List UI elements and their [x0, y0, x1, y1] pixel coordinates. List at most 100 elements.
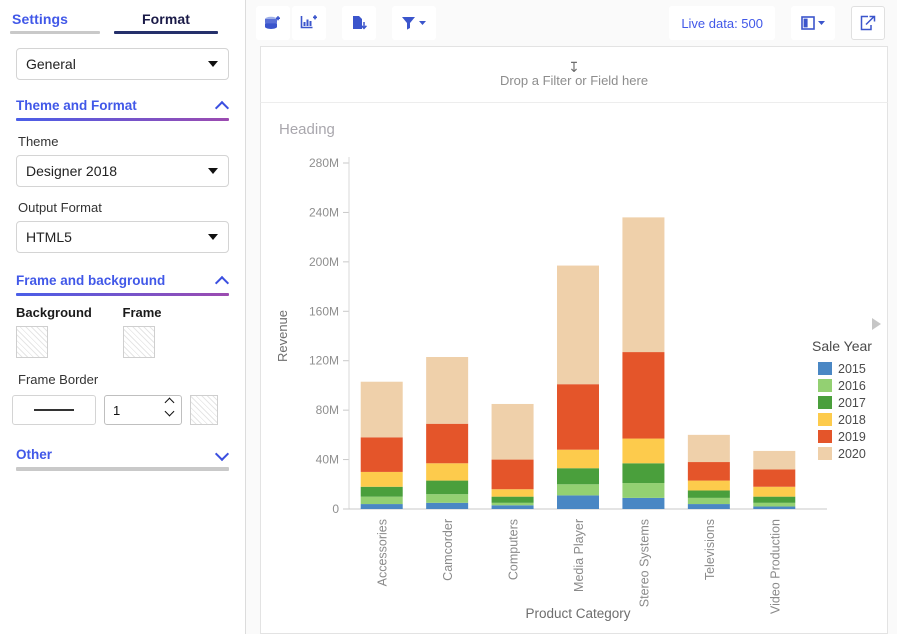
tab-format[interactable]: Format — [114, 8, 218, 34]
bar-segment[interactable] — [753, 451, 795, 470]
bar-segment[interactable] — [557, 468, 599, 484]
legend-label: 2015 — [838, 362, 866, 376]
bar-segment[interactable] — [753, 503, 795, 507]
bar-segment[interactable] — [557, 384, 599, 449]
legend-swatch — [818, 362, 832, 375]
bar-segment[interactable] — [688, 481, 730, 491]
theme-select[interactable]: Designer 2018 — [16, 155, 229, 187]
scope-select[interactable]: General — [16, 48, 229, 80]
legend-item[interactable]: 2016 — [818, 377, 897, 394]
chevron-up-icon[interactable] — [216, 274, 229, 287]
frame-border-width-input[interactable]: 1 — [104, 395, 182, 425]
add-page-button[interactable] — [342, 6, 376, 40]
chart-plus-icon — [299, 13, 319, 33]
bar-segment[interactable] — [361, 472, 403, 487]
section-theme-and-format[interactable]: Theme and Format — [16, 98, 229, 113]
x-axis-tick-label: Camcorder — [441, 519, 455, 581]
bar-segment[interactable] — [426, 494, 468, 503]
background-color-swatch[interactable] — [16, 326, 48, 358]
live-data-button[interactable]: Live data: 500 — [669, 6, 775, 40]
section-theme-and-format-title: Theme and Format — [16, 98, 137, 113]
bar-segment[interactable] — [557, 450, 599, 469]
scope-select-value: General — [26, 56, 76, 72]
panel-layout-icon — [798, 13, 828, 33]
bar-segment[interactable] — [361, 437, 403, 472]
bar-segment[interactable] — [426, 424, 468, 464]
bar-segment[interactable] — [622, 463, 664, 483]
legend-item[interactable]: 2017 — [818, 394, 897, 411]
chevron-down-icon — [208, 61, 218, 67]
section-other[interactable]: Other — [16, 447, 229, 462]
add-chart-button[interactable] — [292, 6, 326, 40]
bar-segment[interactable] — [492, 404, 534, 460]
frame-label: Frame — [123, 305, 230, 320]
bar-segment[interactable] — [688, 498, 730, 504]
legend-item[interactable]: 2015 — [818, 360, 897, 377]
bar-segment[interactable] — [492, 497, 534, 503]
chevron-down-icon[interactable] — [216, 448, 229, 461]
frame-border-style-select[interactable] — [12, 395, 96, 425]
bar-segment[interactable] — [688, 435, 730, 462]
bar-segment[interactable] — [361, 504, 403, 509]
bar-segment[interactable] — [361, 382, 403, 438]
down-arrow-icon: ↧ — [568, 62, 580, 72]
bar-segment[interactable] — [688, 490, 730, 497]
bar-segment[interactable] — [557, 484, 599, 495]
bar-segment[interactable] — [492, 505, 534, 509]
bar-segment[interactable] — [622, 483, 664, 498]
y-axis-tick-label: 40M — [316, 453, 339, 467]
stacked-bar-chart[interactable]: 040M80M120M160M200M240M280MRevenueAccess… — [261, 103, 888, 634]
bar-segment[interactable] — [753, 487, 795, 497]
bar-segment[interactable] — [492, 460, 534, 490]
bar-segment[interactable] — [688, 504, 730, 509]
x-axis-tick-label: Computers — [507, 519, 521, 580]
add-data-source-button[interactable] — [256, 6, 290, 40]
panel-layout-button[interactable] — [791, 6, 835, 40]
filter-button[interactable] — [392, 6, 436, 40]
bar-segment[interactable] — [426, 357, 468, 424]
format-sidebar: Settings Format General Theme and Format… — [0, 0, 246, 634]
section-frame-and-background[interactable]: Frame and background — [16, 273, 229, 288]
filter-drop-zone[interactable]: ↧ Drop a Filter or Field here — [260, 46, 888, 102]
bar-segment[interactable] — [622, 498, 664, 509]
bar-segment[interactable] — [426, 463, 468, 480]
bar-segment[interactable] — [492, 503, 534, 505]
frame-color-swatch[interactable] — [123, 326, 155, 358]
bar-segment[interactable] — [622, 352, 664, 439]
frame-border-color-swatch[interactable] — [190, 395, 218, 425]
bar-segment[interactable] — [361, 487, 403, 497]
bar-segment[interactable] — [557, 266, 599, 385]
filter-drop-inner[interactable]: ↧ Drop a Filter or Field here — [261, 47, 887, 102]
bar-segment[interactable] — [557, 495, 599, 509]
chart-panel[interactable]: Heading 040M80M120M160M200M240M280MReven… — [260, 102, 888, 634]
legend-item[interactable]: 2019 — [818, 428, 897, 445]
legend-item[interactable]: 2020 — [818, 445, 897, 462]
legend-expand-icon[interactable] — [872, 318, 881, 330]
legend-item[interactable]: 2018 — [818, 411, 897, 428]
bar-segment[interactable] — [492, 489, 534, 496]
bar-segment[interactable] — [426, 481, 468, 495]
legend-label: 2017 — [838, 396, 866, 410]
y-axis-tick-label: 240M — [309, 205, 339, 219]
bar-segment[interactable] — [622, 439, 664, 464]
bar-segment[interactable] — [753, 507, 795, 509]
output-format-select[interactable]: HTML5 — [16, 221, 229, 253]
tab-settings[interactable]: Settings — [10, 8, 114, 34]
bar-segment[interactable] — [622, 217, 664, 352]
spinner-down-icon[interactable] — [166, 409, 175, 416]
bar-segment[interactable] — [753, 469, 795, 486]
frame-group: Frame — [123, 305, 230, 358]
spinner-up-icon[interactable] — [166, 398, 175, 405]
section-divider-gradient — [16, 293, 229, 296]
report-area: Live data: 500 ↧ — [246, 0, 897, 634]
chart-legend: Sale Year 201520162017201820192020 — [800, 318, 897, 462]
legend-swatch — [818, 430, 832, 443]
bar-segment[interactable] — [688, 462, 730, 481]
section-other-title: Other — [16, 447, 52, 462]
chevron-up-icon[interactable] — [216, 99, 229, 112]
bar-segment[interactable] — [361, 497, 403, 504]
chevron-down-icon — [208, 234, 218, 240]
bar-segment[interactable] — [753, 497, 795, 503]
open-external-button[interactable] — [851, 6, 885, 40]
bar-segment[interactable] — [426, 503, 468, 509]
